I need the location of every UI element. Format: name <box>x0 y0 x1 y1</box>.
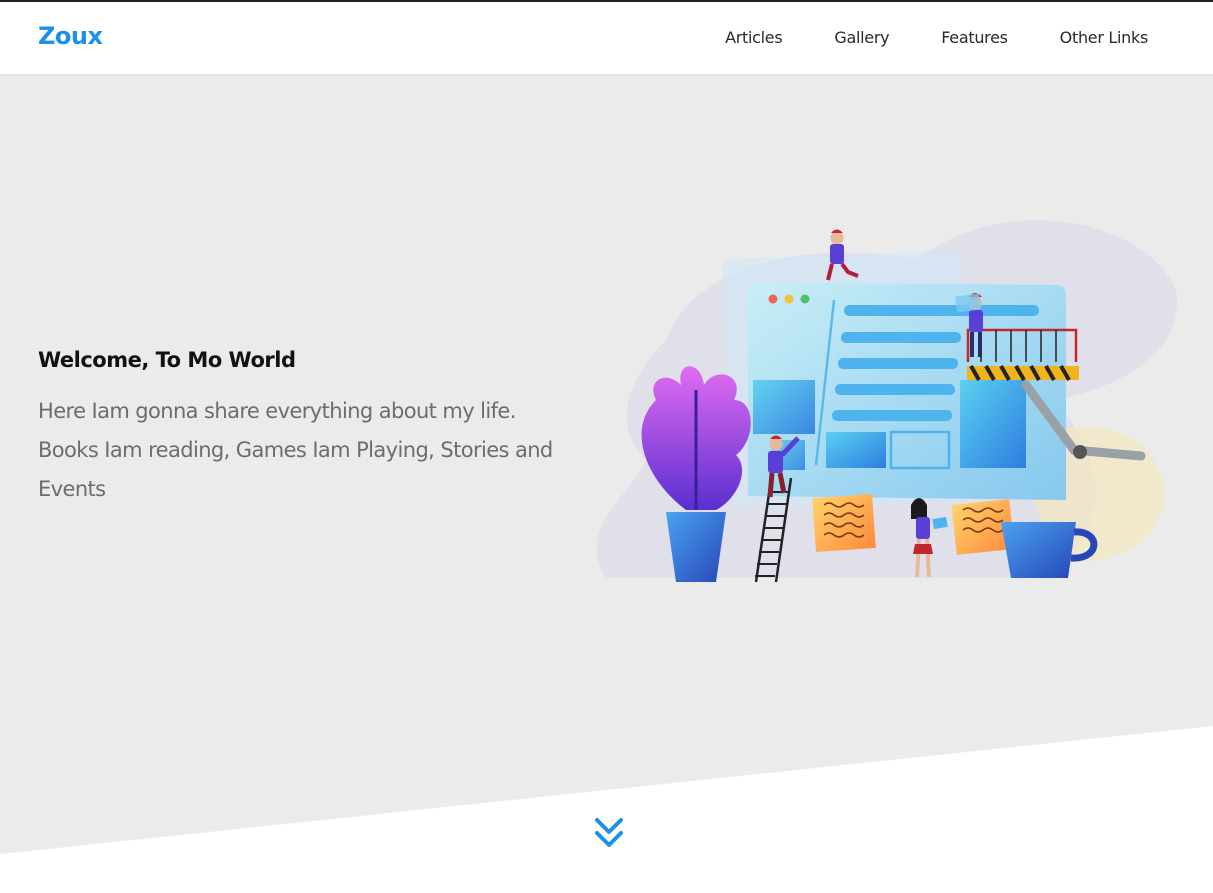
hero-illustration <box>596 220 1177 582</box>
brand-logo[interactable]: Zoux <box>38 22 103 50</box>
hero-description: Here Iam gonna share everything about my… <box>38 399 553 501</box>
double-chevron-down-icon[interactable] <box>594 816 624 850</box>
nav-link-gallery[interactable]: Gallery <box>834 28 889 47</box>
navbar: Zoux Articles Gallery Features Other Lin… <box>0 2 1213 74</box>
nav-link-other-links[interactable]: Other Links <box>1060 28 1149 47</box>
nav-link-articles[interactable]: Articles <box>725 28 783 47</box>
main-nav: Articles Gallery Features Other Links <box>673 28 1148 47</box>
nav-link-features[interactable]: Features <box>941 28 1008 47</box>
hero-heading: Welcome, To Mo World <box>38 348 296 372</box>
